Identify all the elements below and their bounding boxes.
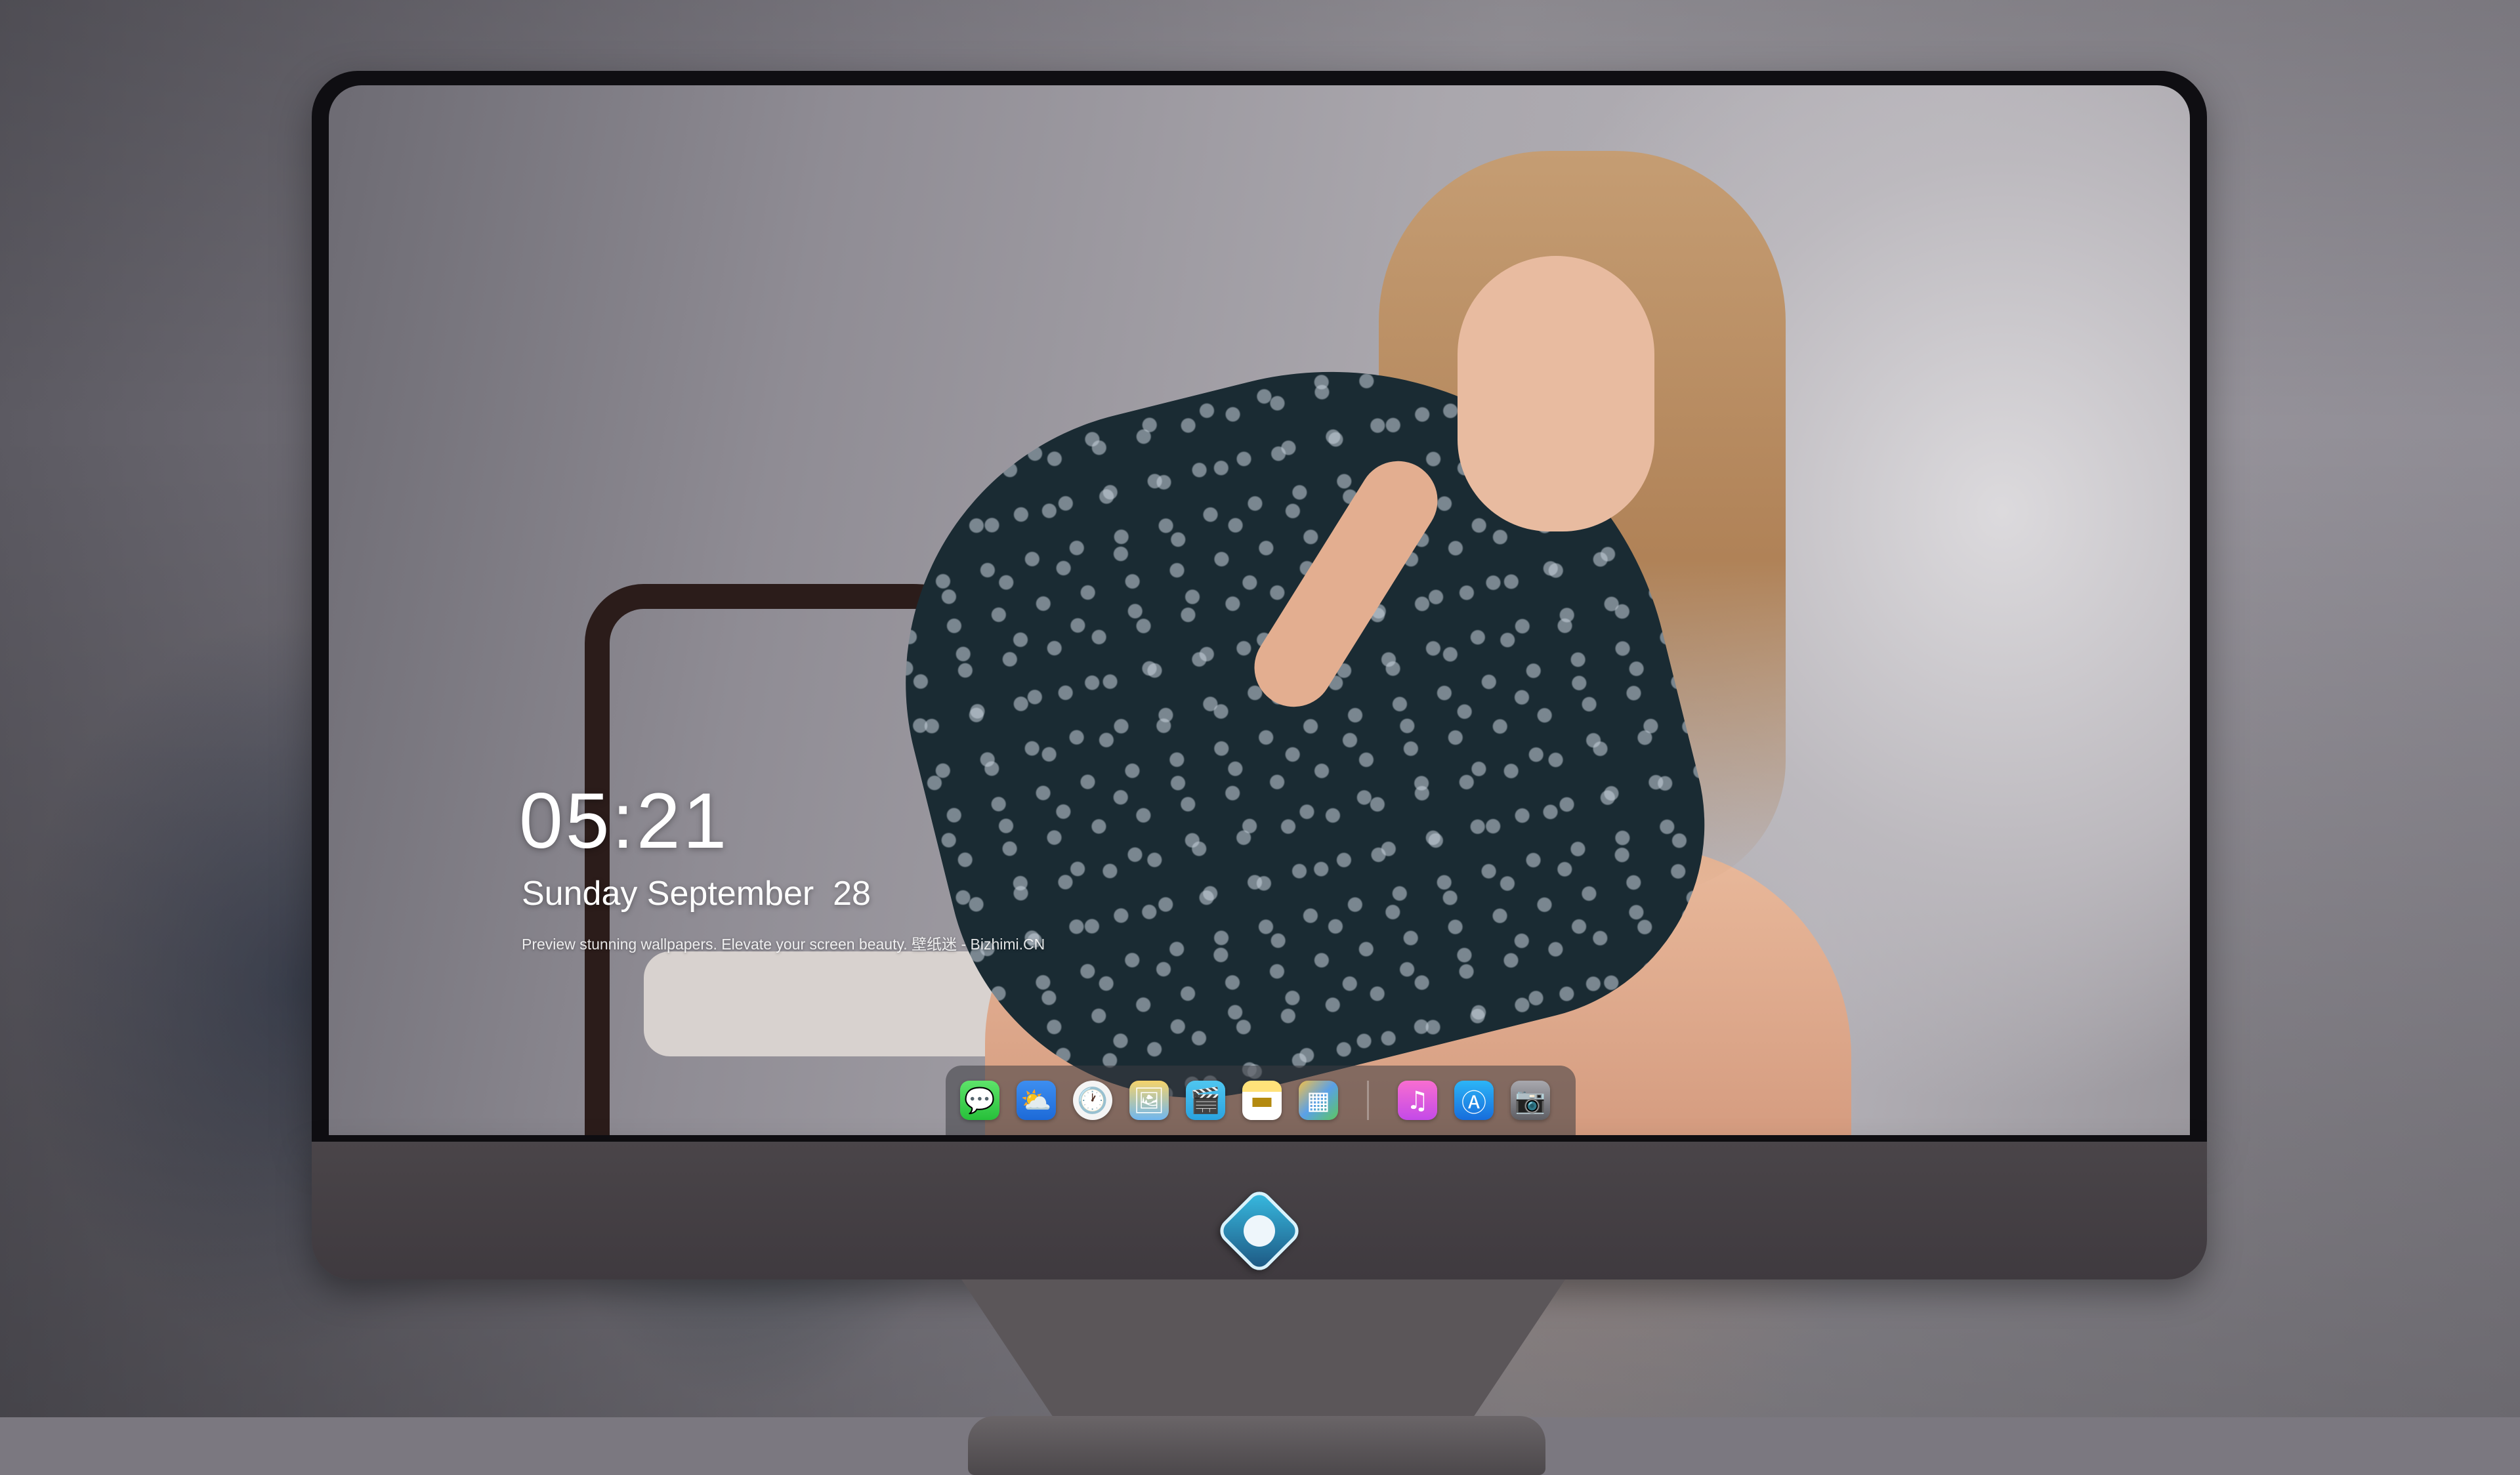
monitor-mockup: 05:21 Sunday September 28 Preview stunni… <box>312 71 2207 1475</box>
notes-icon[interactable]: ▬ <box>1242 1081 1282 1120</box>
lock-screen-date: Sunday September 28 <box>522 875 871 913</box>
messages-glyph: 💬 <box>964 1085 996 1115</box>
photos-collage-icon[interactable]: ▦ <box>1299 1081 1338 1120</box>
monitor-bezel: 05:21 Sunday September 28 Preview stunni… <box>312 71 2207 1142</box>
app-store-icon[interactable]: Ⓐ <box>1454 1081 1494 1120</box>
weather-glyph: ⛅ <box>1020 1085 1052 1115</box>
weather-icon[interactable]: ⛅ <box>1017 1081 1056 1120</box>
messages-icon[interactable]: 💬 <box>960 1081 999 1120</box>
clapperboard-icon[interactable]: 🎬 <box>1186 1081 1225 1120</box>
dock-separator <box>1367 1081 1369 1120</box>
wallpaper-figure-face <box>1458 256 1654 531</box>
camera-icon[interactable]: 📷 <box>1511 1081 1550 1120</box>
mascot-logo-face <box>1244 1215 1275 1247</box>
lock-screen-wallpaper: 05:21 Sunday September 28 Preview stunni… <box>329 85 2190 1135</box>
dock: 💬 ⛅ 🕐 🖼 🎬 ▬ ▦ ♫ Ⓐ 📷 <box>946 1066 1576 1135</box>
clips-glyph: 🎬 <box>1190 1085 1221 1115</box>
wallpaper-tagline: Preview stunning wallpapers. Elevate you… <box>522 936 1045 953</box>
music-note-icon[interactable]: ♫ <box>1398 1081 1437 1120</box>
photos-glyph: ▦ <box>1307 1086 1330 1115</box>
monitor-stand <box>961 1279 1565 1417</box>
preview-glyph: 🖼 <box>1133 1085 1166 1115</box>
clock-glyph: 🕐 <box>1077 1085 1108 1115</box>
preview-icon[interactable]: 🖼 <box>1129 1081 1169 1120</box>
lock-screen-clock: 05:21 <box>519 777 730 865</box>
camera-glyph: 📷 <box>1515 1085 1546 1115</box>
clock-icon[interactable]: 🕐 <box>1073 1081 1112 1120</box>
monitor-stand-base <box>968 1416 1545 1475</box>
notes-glyph: ▬ <box>1250 1086 1274 1115</box>
app-store-glyph: Ⓐ <box>1461 1088 1486 1117</box>
music-glyph: ♫ <box>1406 1086 1429 1115</box>
